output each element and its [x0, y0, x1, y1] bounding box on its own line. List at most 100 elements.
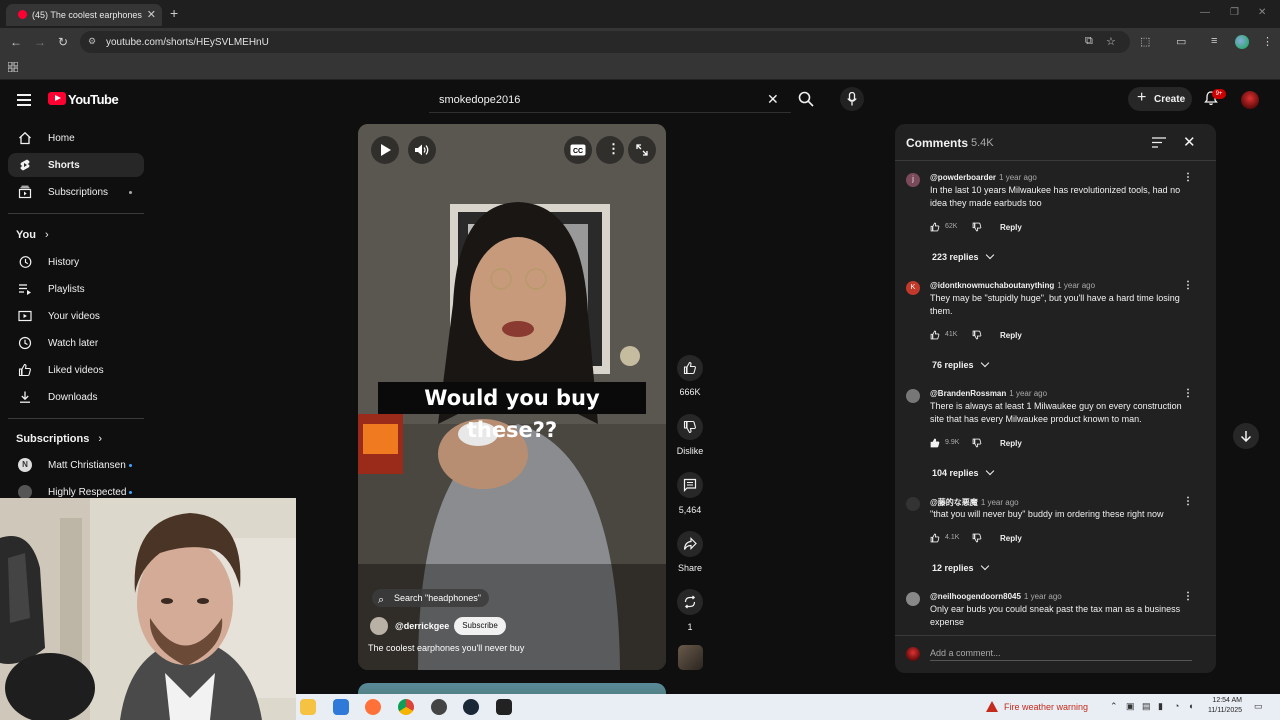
sidebar-item-liked-videos[interactable]: Liked videos — [8, 358, 144, 382]
sidebar-item-history[interactable]: History — [8, 250, 144, 274]
new-tab-icon[interactable]: + — [170, 5, 178, 21]
search-icon[interactable] — [798, 91, 814, 107]
comment-options-icon[interactable]: ⋮ — [1183, 172, 1193, 183]
sidebar-you-heading[interactable]: You › — [16, 229, 49, 241]
network-icon[interactable]: ▤ — [1142, 701, 1151, 712]
site-info-icon[interactable]: ⚙ — [88, 36, 96, 47]
reply-button[interactable]: Reply — [1000, 534, 1022, 543]
sound-thumbnail[interactable] — [678, 645, 703, 670]
like-button[interactable] — [677, 355, 703, 381]
liked-comment-icon[interactable] — [930, 438, 940, 448]
comment-author[interactable]: @neilhoogendoorn8045 1 year ago — [930, 592, 1062, 601]
clock[interactable]: 12:54 AM 11/11/2025 — [1200, 696, 1242, 716]
url-bar[interactable]: ⚙ youtube.com/shorts/HEySVLMEHnU — [80, 31, 1130, 53]
dislike-button[interactable] — [677, 414, 703, 440]
comment-author[interactable]: @idontknowmuchaboutanything 1 year ago — [930, 281, 1095, 290]
browser-tab[interactable]: (45) The coolest earphones you'll never … — [6, 4, 162, 26]
search-input[interactable]: smokedope2016 — [429, 87, 791, 113]
youtube-logo-icon[interactable] — [48, 92, 66, 105]
steam-icon[interactable] — [463, 699, 479, 715]
obs-icon[interactable] — [431, 699, 447, 715]
like-comment-icon[interactable] — [930, 330, 940, 340]
youtube-logo-text[interactable]: YouTube — [68, 92, 119, 107]
dislike-comment-icon[interactable] — [972, 438, 982, 448]
more-options-button[interactable]: ⋮ — [596, 136, 624, 164]
comments-button[interactable] — [677, 472, 703, 498]
sidebar-item-watch-later[interactable]: Watch later — [8, 331, 144, 355]
outlook-icon[interactable] — [333, 699, 349, 715]
media-controls-icon[interactable]: ≡ — [1211, 35, 1217, 47]
comment-options-icon[interactable]: ⋮ — [1183, 388, 1193, 399]
voice-search-button[interactable] — [840, 87, 864, 111]
forward-icon[interactable]: → — [34, 35, 46, 49]
short-video-player[interactable]: CC ⋮ Would you buy these?? ⌕ Search "hea… — [358, 124, 666, 670]
view-replies-button[interactable]: 223 replies — [932, 250, 994, 262]
bookmark-star-icon[interactable]: ☆ — [1106, 35, 1116, 48]
like-comment-icon[interactable] — [930, 222, 940, 232]
clear-search-icon[interactable]: ✕ — [767, 91, 779, 108]
channel-name[interactable]: @derrickgee — [395, 621, 449, 631]
share-button[interactable] — [677, 531, 703, 557]
firefox-icon[interactable] — [365, 699, 381, 715]
play-button[interactable] — [371, 136, 399, 164]
dislike-comment-icon[interactable] — [972, 533, 982, 543]
view-replies-button[interactable]: 104 replies — [932, 466, 994, 478]
captions-button[interactable]: CC — [564, 136, 592, 164]
wifi-icon[interactable]: ◔ — [1174, 701, 1179, 711]
fullscreen-button[interactable] — [628, 136, 656, 164]
commenter-avatar[interactable]: K — [906, 281, 920, 295]
view-replies-button[interactable]: 76 replies — [932, 358, 989, 370]
dislike-comment-icon[interactable] — [972, 222, 982, 232]
sidebar-item-downloads[interactable]: Downloads — [8, 385, 144, 409]
close-tab-icon[interactable]: ✕ — [147, 8, 156, 21]
maximize-icon[interactable]: ❐ — [1230, 7, 1239, 18]
notification-center-icon[interactable]: ▭ — [1254, 701, 1263, 712]
commenter-avatar[interactable] — [906, 592, 920, 606]
sidebar-item-playlists[interactable]: Playlists — [8, 277, 144, 301]
app-icon[interactable] — [496, 699, 512, 715]
view-replies-button[interactable]: 12 replies — [932, 561, 989, 573]
microphone-tray-icon[interactable]: ▮ — [1158, 701, 1163, 712]
create-button[interactable]: + Create — [1128, 87, 1192, 111]
file-explorer-icon[interactable] — [300, 699, 316, 715]
split-view-icon[interactable]: ▭ — [1176, 35, 1186, 48]
comment-options-icon[interactable]: ⋮ — [1183, 280, 1193, 291]
commenter-avatar[interactable]: j — [906, 173, 920, 187]
account-avatar[interactable] — [1241, 91, 1259, 109]
comment-options-icon[interactable]: ⋮ — [1183, 591, 1193, 602]
remix-button[interactable] — [677, 589, 703, 615]
comment-author[interactable]: @藤的な悪魔 1 year ago — [930, 497, 1019, 508]
chrome-icon[interactable] — [398, 699, 414, 715]
reply-button[interactable]: Reply — [1000, 331, 1022, 340]
install-app-icon[interactable]: ⧉ — [1085, 35, 1093, 48]
comment-author[interactable]: @BrandenRossman 1 year ago — [930, 389, 1047, 398]
sidebar-item-home[interactable]: Home — [8, 126, 144, 150]
volume-tray-icon[interactable]: ◖ — [1188, 701, 1193, 711]
show-hidden-icons-icon[interactable]: ⌃ — [1110, 701, 1118, 712]
commenter-avatar[interactable] — [906, 389, 920, 403]
reply-button[interactable]: Reply — [1000, 223, 1022, 232]
reload-icon[interactable]: ↻ — [58, 35, 68, 49]
tray-app-icon[interactable]: ▣ — [1126, 701, 1135, 712]
like-comment-icon[interactable] — [930, 533, 940, 543]
sidebar-item-shorts[interactable]: Shorts — [8, 153, 144, 177]
extensions-icon[interactable]: ⬚ — [1140, 35, 1150, 48]
comment-options-icon[interactable]: ⋮ — [1183, 496, 1193, 507]
add-comment-input[interactable]: Add a comment... — [930, 648, 1192, 661]
close-comments-icon[interactable]: ✕ — [1183, 133, 1196, 151]
minimize-icon[interactable]: — — [1200, 7, 1210, 18]
sidebar-subscriptions-heading[interactable]: Subscriptions › — [16, 433, 102, 445]
dislike-comment-icon[interactable] — [972, 330, 982, 340]
next-short-button[interactable] — [1233, 423, 1259, 449]
sort-icon[interactable] — [1152, 137, 1166, 148]
menu-icon[interactable] — [17, 94, 31, 106]
browser-menu-icon[interactable]: ⋮ — [1262, 35, 1273, 48]
sidebar-item-your-videos[interactable]: Your videos — [8, 304, 144, 328]
sidebar-item-subscriptions[interactable]: Subscriptions — [8, 180, 144, 204]
mute-button[interactable] — [408, 136, 436, 164]
weather-alert[interactable]: Fire weather warning — [986, 701, 1088, 712]
back-icon[interactable]: ← — [10, 35, 22, 49]
commenter-avatar[interactable] — [906, 497, 920, 511]
apps-grid-icon[interactable] — [8, 62, 18, 72]
video-title[interactable]: The coolest earphones you'll never buy — [368, 643, 524, 653]
